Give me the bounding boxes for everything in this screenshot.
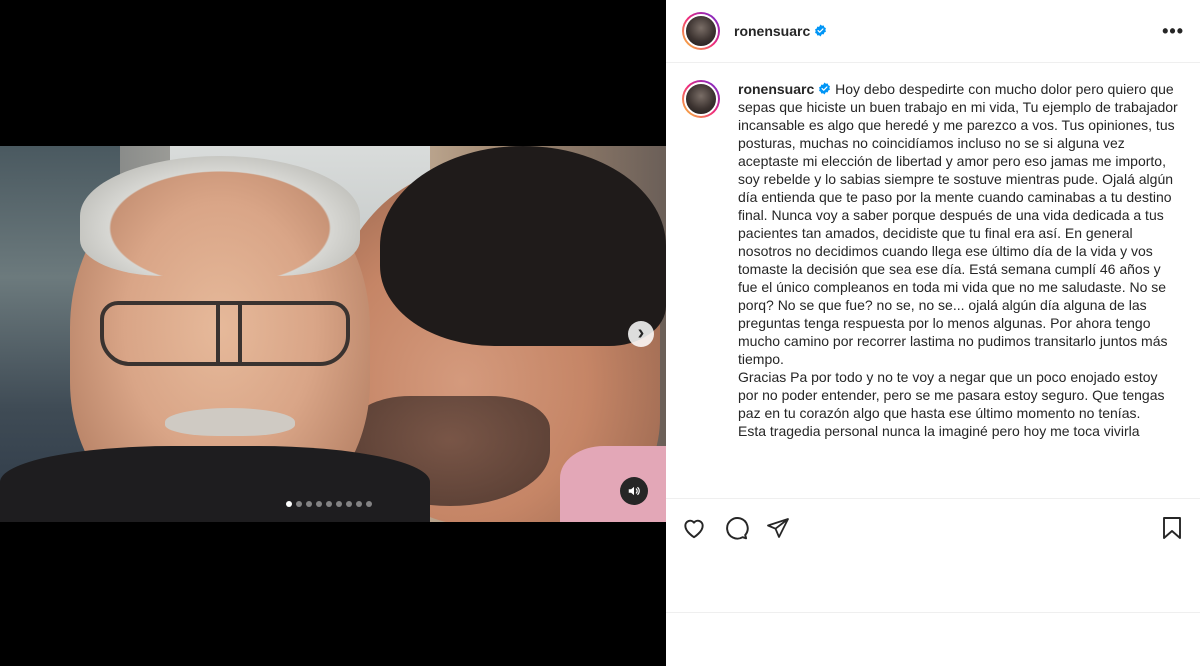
photo-person-left-hair [80, 156, 360, 276]
username-text: ronensuarc [734, 23, 811, 39]
avatar-image [684, 14, 718, 48]
caption-avatar[interactable] [682, 80, 720, 118]
carousel-dot [296, 501, 302, 507]
action-bar [666, 498, 1200, 556]
post-header: ronensuarc ••• [666, 0, 1200, 63]
carousel-dot [346, 501, 352, 507]
carousel-next-button[interactable]: › [628, 321, 654, 347]
more-options-button[interactable]: ••• [1162, 21, 1184, 42]
carousel-dot [316, 501, 322, 507]
carousel-dot [306, 501, 312, 507]
verified-badge-icon [819, 82, 831, 95]
post-panel: ronensuarc ••• ronensuarc Hoy debo despe… [666, 0, 1200, 666]
caption: ronensuarc Hoy debo despedirte con mucho… [738, 80, 1178, 440]
photo-person-right-shirt [560, 446, 666, 522]
heart-icon [684, 519, 704, 538]
media-viewer: › [0, 0, 666, 666]
share-button[interactable] [764, 514, 792, 542]
comment-icon [726, 516, 749, 540]
carousel-dot [336, 501, 342, 507]
caption-text-1: Hoy debo despedirte con mucho dolor pero… [738, 81, 1178, 367]
carousel-dot [366, 501, 372, 507]
caption-paragraph-3: Esta tragedia personal nunca la imaginé … [738, 423, 1140, 439]
carousel-dot [356, 501, 362, 507]
save-button[interactable] [1158, 514, 1186, 542]
carousel-indicator [286, 501, 372, 507]
photo-person-left-sweater [0, 446, 430, 522]
caption-paragraph-2: Gracias Pa por todo y no te voy a negar … [738, 369, 1165, 421]
caption-avatar-image [684, 82, 718, 116]
photo-person-right-hair [380, 146, 666, 346]
paper-plane-icon [767, 517, 789, 538]
carousel-dot [326, 501, 332, 507]
carousel-dot [286, 501, 292, 507]
caption-row: ronensuarc Hoy debo despedirte con mucho… [682, 80, 1184, 440]
caption-paragraph-1: ronensuarc Hoy debo despedirte con mucho… [738, 80, 1178, 368]
photo-glasses [100, 301, 350, 366]
comments-section: ronensuarc Hoy debo despedirte con mucho… [666, 64, 1200, 498]
bookmark-icon [1163, 516, 1181, 539]
divider [666, 612, 1200, 613]
caption-username[interactable]: ronensuarc [738, 81, 814, 97]
mute-toggle-button[interactable] [620, 477, 648, 505]
speaker-icon [628, 486, 640, 496]
photo-mustache [165, 408, 295, 436]
avatar[interactable] [682, 12, 720, 50]
like-button[interactable] [680, 514, 708, 542]
comment-button[interactable] [722, 514, 750, 542]
verified-badge-icon [815, 24, 827, 37]
post-photo[interactable] [0, 146, 666, 522]
header-username[interactable]: ronensuarc [734, 23, 827, 39]
